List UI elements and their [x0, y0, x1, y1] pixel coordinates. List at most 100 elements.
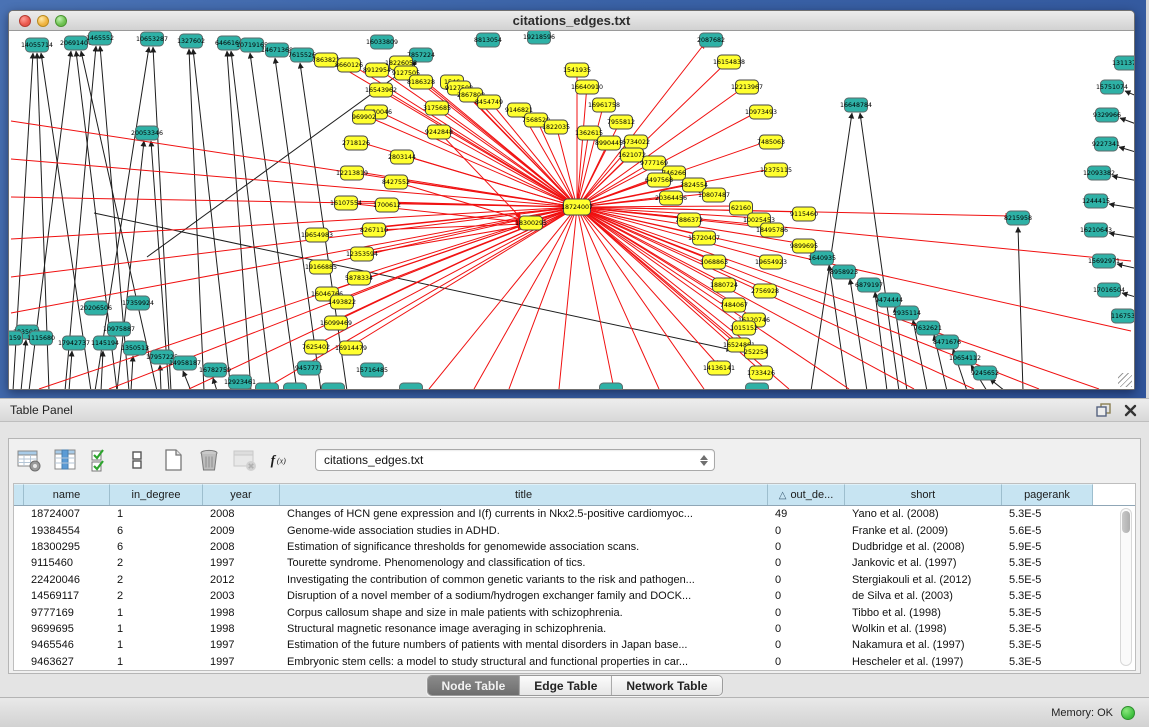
node-rect-teal[interactable]: [400, 383, 423, 389]
graph-node[interactable]: 16640910: [571, 80, 603, 94]
select-rows-button[interactable]: [87, 447, 114, 474]
graph-node[interactable]: 1145194: [91, 336, 119, 350]
graph-node[interactable]: 9245652: [971, 366, 999, 380]
float-panel-icon[interactable]: [1095, 402, 1113, 418]
graph-node[interactable]: 9474444: [875, 293, 903, 307]
graph-node[interactable]: 19654983: [301, 228, 333, 242]
graph-node[interactable]: 12923461: [224, 375, 256, 389]
graph-node[interactable]: 8215958: [1004, 211, 1032, 225]
graph-node[interactable]: 14136141: [703, 361, 735, 375]
graph-node[interactable]: 16210643: [1080, 223, 1112, 237]
graph-node[interactable]: 8813054: [474, 33, 502, 47]
graph-node[interactable]: 5878334: [345, 271, 373, 285]
graph-node[interactable]: 20206506: [80, 301, 112, 315]
graph-node[interactable]: 116753: [1111, 309, 1134, 323]
graph-node[interactable]: 39159: [9, 331, 23, 345]
graph-node[interactable]: [284, 383, 307, 389]
graph-node[interactable]: 969902: [352, 110, 376, 124]
graph-node[interactable]: 12093382: [1083, 166, 1115, 180]
node-rect-teal[interactable]: [600, 383, 623, 389]
graph-node[interactable]: 7625402: [302, 340, 330, 354]
graph-node[interactable]: [256, 383, 279, 389]
node-rect-teal[interactable]: [284, 383, 307, 389]
node-rect-teal[interactable]: [322, 383, 345, 389]
column-header-pagerank[interactable]: pagerank: [1002, 484, 1093, 505]
graph-node[interactable]: 8660126: [335, 58, 363, 72]
graph-node[interactable]: 1493822: [328, 295, 356, 309]
column-header-name[interactable]: name: [24, 484, 110, 505]
column-header-year[interactable]: year: [203, 484, 280, 505]
tab-network-table[interactable]: Network Table: [612, 676, 721, 695]
graph-node[interactable]: 14055714: [21, 38, 53, 52]
graph-node[interactable]: 18724007: [561, 199, 593, 215]
graph-node[interactable]: 17016504: [1093, 283, 1125, 297]
graph-node[interactable]: 1700612: [373, 198, 401, 212]
table-settings-button[interactable]: [15, 447, 42, 474]
graph-node[interactable]: [600, 383, 623, 389]
table-row[interactable]: 1938455462009Genome-wide association stu…: [14, 522, 1135, 538]
table-vertical-scrollbar[interactable]: [1120, 508, 1132, 666]
graph-node[interactable]: 1068863: [700, 255, 728, 269]
node-rect-teal[interactable]: [746, 383, 769, 389]
graph-node[interactable]: 6734022: [622, 135, 650, 149]
graph-node[interactable]: 12353594: [346, 247, 378, 261]
table-row[interactable]: 911546021997Tourette syndrome. Phenomeno…: [14, 555, 1135, 571]
column-header-title[interactable]: title: [280, 484, 768, 505]
graph-node[interactable]: 1822035: [542, 120, 570, 134]
close-panel-icon[interactable]: [1121, 402, 1139, 418]
graph-node[interactable]: 12213967: [731, 80, 763, 94]
graph-node[interactable]: 8454749: [475, 95, 503, 109]
node-rect-teal[interactable]: [256, 383, 279, 389]
graph-node[interactable]: 16099469: [320, 316, 352, 330]
graph-node[interactable]: 1327602: [177, 34, 205, 48]
graph-node[interactable]: 1350513: [121, 341, 149, 355]
graph-node[interactable]: 16961758: [588, 98, 620, 112]
graph-node[interactable]: 17942737: [58, 336, 90, 350]
graph-node[interactable]: 1311373: [1112, 56, 1134, 70]
tab-node-table[interactable]: Node Table: [427, 676, 520, 695]
graph-node[interactable]: 16543962: [365, 83, 397, 97]
graph-node[interactable]: 7886372: [675, 213, 703, 227]
memory-status-indicator[interactable]: [1121, 706, 1135, 720]
graph-node[interactable]: 12375115: [760, 163, 792, 177]
graph-node[interactable]: 20053346: [131, 126, 163, 140]
graph-node[interactable]: 15716485: [356, 363, 388, 377]
column-visibility-button[interactable]: [51, 447, 78, 474]
column-header-in_degree[interactable]: in_degree: [110, 484, 203, 505]
graph-node[interactable]: 1733426: [747, 366, 775, 380]
graph-node[interactable]: 10653287: [136, 32, 168, 46]
graph-node[interactable]: 9242848: [425, 125, 453, 139]
graph-node[interactable]: 7485063: [757, 135, 785, 149]
window-titlebar[interactable]: citations_edges.txt: [9, 11, 1134, 31]
graph-node[interactable]: 19654923: [755, 255, 787, 269]
table-row[interactable]: 1456911722003Disruption of a novel membe…: [14, 588, 1135, 604]
table-row[interactable]: 969969511998Structural magnetic resonanc…: [14, 621, 1135, 637]
table-row[interactable]: 946362711997Embryonic stem cells: a mode…: [14, 654, 1135, 670]
graph-node[interactable]: 18495786: [756, 223, 788, 237]
graph-node[interactable]: 7632621: [914, 321, 942, 335]
network-graph[interactable]: 1405571420691406146555210653287132760264…: [9, 31, 1134, 389]
graph-node[interactable]: 10973493: [745, 105, 777, 119]
graph-node[interactable]: 7484067: [720, 298, 748, 312]
tab-edge-table[interactable]: Edge Table: [520, 676, 612, 695]
graph-node[interactable]: 7955812: [607, 115, 635, 129]
scrollbar-thumb[interactable]: [1122, 511, 1130, 533]
close-window-button[interactable]: [19, 15, 31, 27]
graph-node[interactable]: 1244415: [1082, 194, 1110, 208]
graph-node[interactable]: 6497568: [645, 173, 673, 187]
delete-rows-button[interactable]: [195, 447, 222, 474]
graph-node[interactable]: 16782759: [199, 363, 231, 377]
new-table-button[interactable]: [159, 447, 186, 474]
graph-node[interactable]: 16648784: [840, 98, 872, 112]
graph-node[interactable]: 2756928: [751, 284, 779, 298]
graph-node[interactable]: 9899695: [790, 239, 818, 253]
table-row[interactable]: 946554611997Estimation of the future num…: [14, 637, 1135, 653]
row-height-button[interactable]: [123, 447, 150, 474]
graph-node[interactable]: 12213819: [336, 166, 368, 180]
minimize-window-button[interactable]: [37, 15, 49, 27]
graph-node[interactable]: 8958923: [830, 265, 858, 279]
graph-node[interactable]: 2087682: [697, 33, 725, 47]
graph-node[interactable]: 8427552: [382, 175, 410, 189]
table-row[interactable]: 977716911998Corpus callosum shape and si…: [14, 604, 1135, 620]
network-canvas[interactable]: 1405571420691406146555210653287132760264…: [9, 31, 1134, 389]
